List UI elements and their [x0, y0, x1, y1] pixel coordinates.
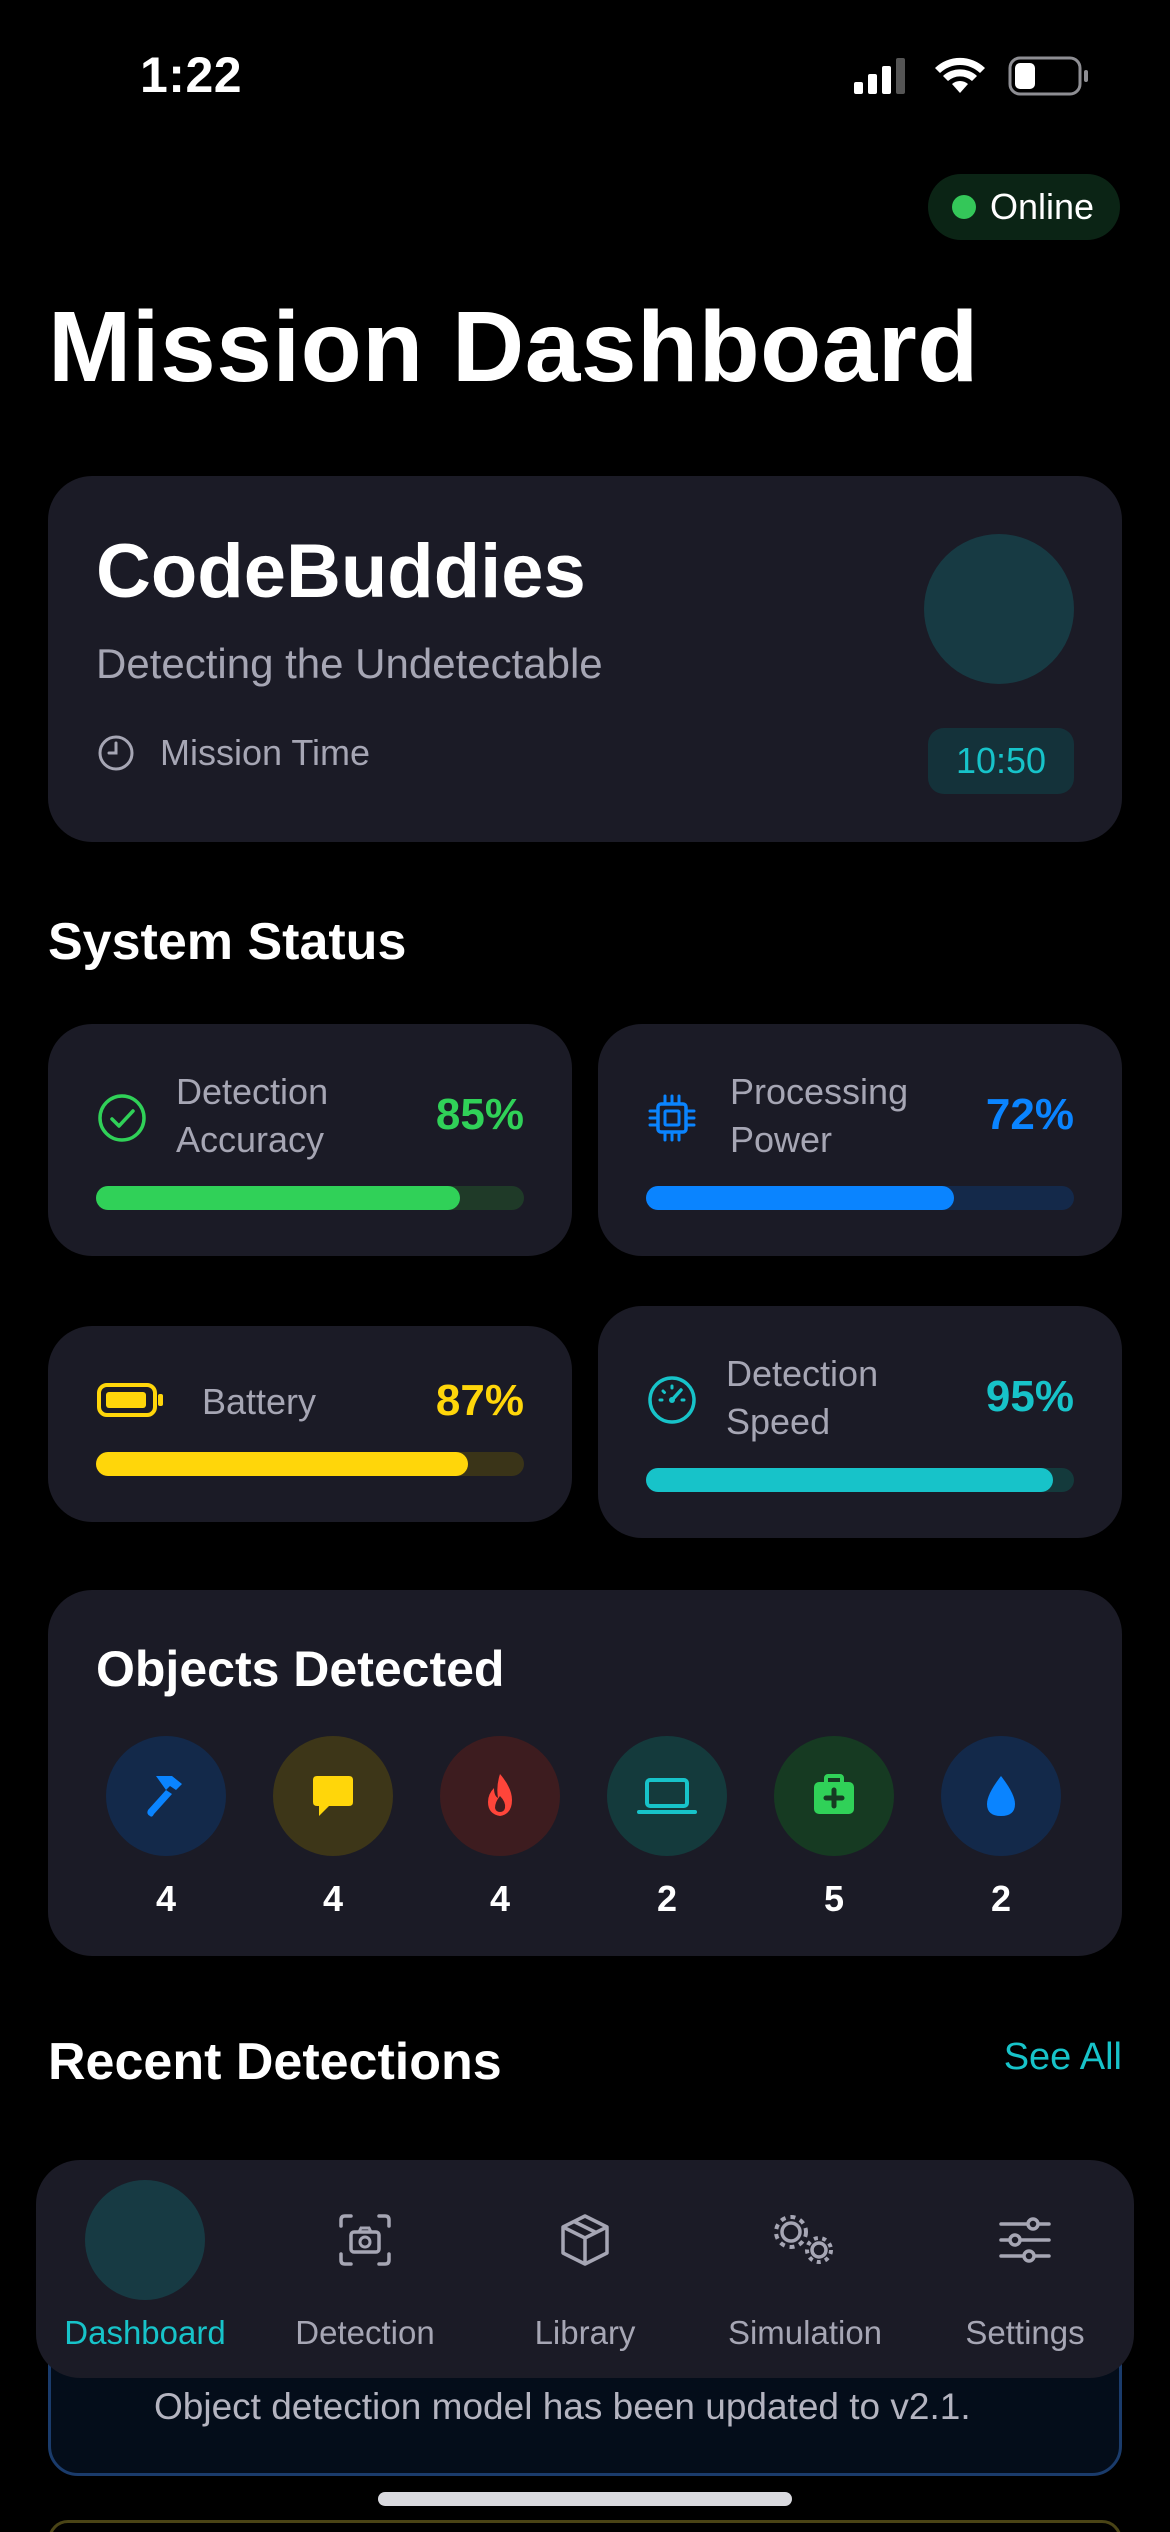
object-icon-bg: [106, 1736, 226, 1856]
laptop-icon: [637, 1778, 697, 1814]
tab-label: Dashboard: [64, 2314, 226, 2351]
object-icon-bg: [273, 1736, 393, 1856]
stat-value: 72%: [985, 1090, 1074, 1139]
object-laptop[interactable]: 2: [607, 1736, 727, 1920]
progress-fill: [96, 1452, 469, 1476]
dashboard-icon: [85, 2180, 205, 2300]
chat-bubble-icon: [313, 1776, 353, 1816]
objects-detected-heading: Objects Detected: [96, 1641, 505, 1697]
progress-bar: [646, 1186, 1074, 1210]
object-icon-bg: [440, 1736, 560, 1856]
progress-bar: [96, 1186, 524, 1210]
sliders-icon: [965, 2180, 1085, 2300]
status-icons: [854, 56, 1090, 96]
system-status-heading: System Status: [48, 913, 407, 971]
team-tagline: Detecting the Undetectable: [96, 640, 603, 687]
object-count: 4: [322, 1878, 344, 1919]
tab-settings[interactable]: Settings: [920, 2160, 1130, 2378]
team-card: CodeBuddies Detecting the Undetectable M…: [48, 476, 1122, 842]
stat-label: Processing Power: [730, 1071, 909, 1160]
battery-icon: [97, 1383, 163, 1417]
cube-icon: [525, 2180, 645, 2300]
stat-value: 95%: [985, 1372, 1074, 1421]
flame-icon: [488, 1774, 512, 1816]
check-circle-icon: [98, 1094, 146, 1142]
progress-bar: [646, 1468, 1074, 1492]
stat-value: 87%: [435, 1376, 524, 1425]
progress-fill: [646, 1186, 955, 1210]
see-all-link[interactable]: See All: [1004, 2036, 1122, 2079]
team-name: CodeBuddies: [96, 529, 586, 614]
recent-detections-heading: Recent Detections: [48, 2033, 502, 2091]
tab-detection[interactable]: Detection: [260, 2160, 470, 2378]
tab-simulation[interactable]: Simulation: [700, 2160, 910, 2378]
progress-fill: [646, 1468, 1053, 1492]
progress-fill: [96, 1186, 460, 1210]
bottom-tab-bar: Dashboard Detection Library Simulation S…: [36, 2160, 1134, 2378]
object-icon-bg: [774, 1736, 894, 1856]
clock-icon: [98, 735, 134, 771]
wifi-icon: [935, 57, 985, 93]
team-avatar[interactable]: [924, 534, 1074, 684]
mission-time-text: Mission Time: [160, 732, 371, 773]
gears-icon: [745, 2180, 865, 2300]
camera-scan-icon: [305, 2180, 425, 2300]
object-water-drop[interactable]: 2: [941, 1736, 1061, 1920]
cellular-signal-icon: [854, 58, 905, 94]
status-time: 1:22: [140, 47, 243, 103]
progress-bar: [96, 1452, 524, 1476]
stat-detection-accuracy: Detection Accuracy 85%: [48, 1024, 572, 1256]
home-indicator[interactable]: [378, 2492, 792, 2506]
page-title: Mission Dashboard: [48, 291, 979, 403]
tab-label: Library: [534, 2314, 636, 2351]
tab-dashboard[interactable]: Dashboard: [40, 2160, 250, 2378]
speedometer-icon: [648, 1376, 696, 1424]
stat-label: Detection Speed: [726, 1353, 879, 1442]
update-notice-text: Object detection model has been updated …: [154, 2386, 971, 2427]
stat-battery: Battery 87%: [48, 1326, 572, 1522]
object-count: 2: [656, 1878, 678, 1919]
hammer-icon: [147, 1776, 182, 1817]
object-icon-bg: [607, 1736, 727, 1856]
stat-value: 85%: [435, 1090, 524, 1139]
stat-detection-speed: Detection Speed 95%: [598, 1306, 1122, 1538]
water-drop-icon: [987, 1776, 1015, 1816]
first-aid-kit-icon: [814, 1774, 854, 1814]
object-count: 5: [823, 1878, 845, 1919]
battery-status-icon: [1008, 56, 1088, 96]
connection-status-label: Online: [989, 186, 1094, 227]
status-dot-icon: [951, 195, 976, 219]
tab-library[interactable]: Library: [480, 2160, 690, 2378]
object-hammer[interactable]: 4: [106, 1736, 226, 1920]
tab-label: Detection: [295, 2314, 435, 2351]
tab-label: Settings: [965, 2314, 1085, 2351]
stat-label: Detection Accuracy: [176, 1071, 329, 1160]
object-flame[interactable]: 4: [440, 1736, 560, 1920]
stat-processing-power: Processing Power 72%: [598, 1024, 1122, 1256]
object-chat-bubble[interactable]: 4: [273, 1736, 393, 1920]
mission-time-value: 10:50: [928, 728, 1074, 794]
list-item-card[interactable]: [48, 2520, 1122, 2532]
connection-status-badge: Online: [927, 174, 1120, 240]
object-first-aid[interactable]: 5: [774, 1736, 894, 1920]
mission-time-label: Mission Time: [96, 732, 370, 774]
objects-detected-card: Objects Detected 4 4 4 2 5 2: [48, 1590, 1122, 1956]
tab-label: Simulation: [727, 2314, 883, 2351]
object-count: 4: [155, 1878, 177, 1919]
object-count: 4: [489, 1878, 511, 1919]
stat-label: Battery: [202, 1381, 317, 1422]
object-icon-bg: [941, 1736, 1061, 1856]
cpu-icon: [648, 1094, 696, 1142]
object-count: 2: [990, 1878, 1012, 1919]
